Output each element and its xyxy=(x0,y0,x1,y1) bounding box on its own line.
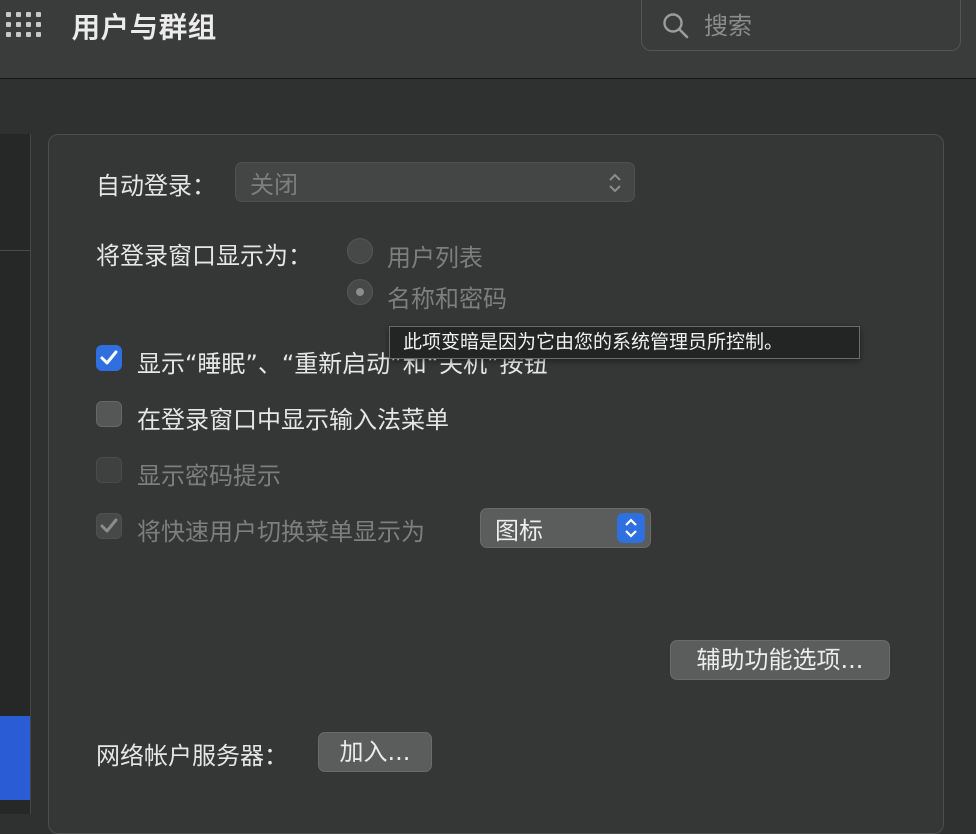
fast-user-switch-popup[interactable]: 图标 xyxy=(480,508,651,548)
window-title: 用户与群组 xyxy=(72,11,218,44)
show-input-menu-checkbox[interactable] xyxy=(96,401,122,427)
sidebar-selected-item[interactable] xyxy=(0,716,30,800)
show-input-menu-label: 在登录窗口中显示输入法菜单 xyxy=(137,406,449,434)
search-field[interactable] xyxy=(641,0,961,51)
accessibility-options-button[interactable]: 辅助功能选项... xyxy=(670,640,890,680)
tooltip: 此项变暗是因为它由您的系统管理员所控制。 xyxy=(389,326,860,359)
checkmark-icon xyxy=(100,350,118,365)
search-icon xyxy=(663,13,689,39)
user-list-sidebar[interactable] xyxy=(0,134,31,814)
updown-chevron-icon xyxy=(625,518,637,538)
checkmark-icon xyxy=(100,518,118,533)
fast-user-switch-checkbox[interactable] xyxy=(96,513,122,539)
toolbar: 用户与群组 xyxy=(0,0,976,79)
radio-name-password[interactable] xyxy=(347,279,373,305)
fast-user-switch-value: 图标 xyxy=(495,517,543,545)
radio-name-password-label: 名称和密码 xyxy=(387,285,507,313)
show-sleep-restart-shutdown-checkbox[interactable] xyxy=(96,345,122,371)
show-password-hints-label: 显示密码提示 xyxy=(137,462,281,490)
radio-user-list[interactable] xyxy=(347,238,373,264)
show-password-hints-checkbox[interactable] xyxy=(96,457,122,483)
auto-login-label: 自动登录： xyxy=(96,172,216,200)
radio-selected-dot xyxy=(356,288,364,296)
join-button[interactable]: 加入... xyxy=(318,732,432,772)
auto-login-value: 关闭 xyxy=(250,171,298,199)
auto-login-popup[interactable]: 关闭 xyxy=(235,162,635,202)
fast-user-switch-label: 将快速用户切换菜单显示为 xyxy=(137,518,425,546)
popup-stepper xyxy=(617,513,645,543)
radio-user-list-label: 用户列表 xyxy=(387,244,483,272)
network-account-server-label: 网络帐户服务器： xyxy=(96,742,288,770)
show-all-grid-icon[interactable] xyxy=(6,12,42,40)
sidebar-divider xyxy=(0,250,30,251)
updown-chevron-icon xyxy=(609,173,621,193)
search-input[interactable] xyxy=(702,8,946,44)
display-login-as-label: 将登录窗口显示为： xyxy=(96,242,312,270)
